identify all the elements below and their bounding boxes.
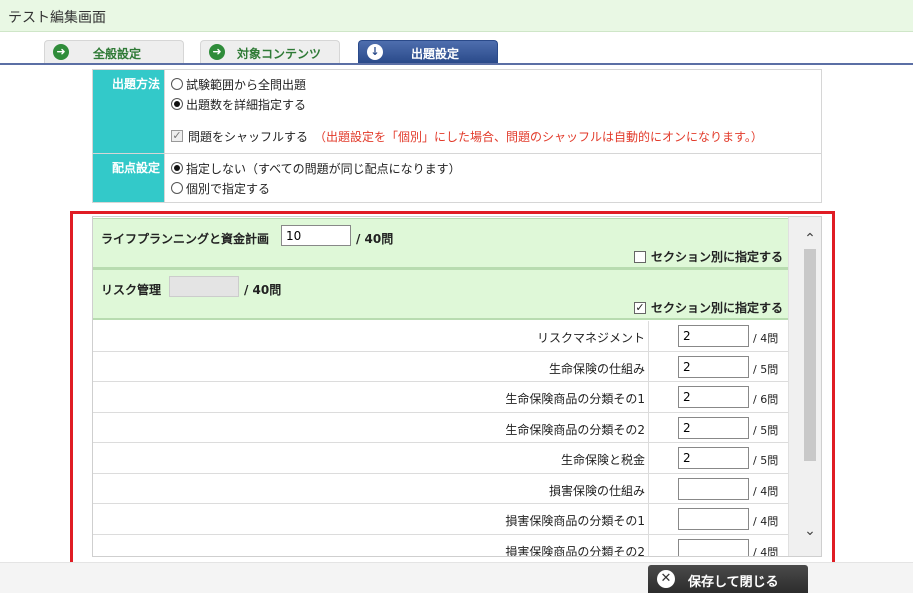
scoring-options: 指定しない（すべての問題が同じ配点になります） 個別で指定する: [164, 153, 822, 203]
section-by-section-toggle[interactable]: ✓ セクション別に指定する: [633, 299, 783, 316]
table-row: リスクマネジメント/ 4問: [93, 321, 789, 352]
subsection-count-input[interactable]: [678, 477, 749, 500]
arrow-right-icon: ➜: [53, 44, 69, 60]
subsection-count-input[interactable]: [678, 325, 749, 347]
section-risk-management: リスク管理 / 40問 ✓ セクション別に指定する: [93, 269, 789, 320]
checkbox-checked-icon[interactable]: ✓: [633, 301, 646, 314]
shuffle-checkbox[interactable]: ✓: [171, 130, 183, 142]
method-options: 試験範囲から全問出題 出題数を詳細指定する ✓ 問題をシャッフルする （出題設定…: [164, 69, 822, 154]
section-max: / 40問: [244, 283, 282, 297]
table-row: 生命保険と税金/ 5問: [93, 443, 789, 474]
subsection-count-input[interactable]: [678, 416, 749, 439]
chevron-up-icon[interactable]: ⌃: [801, 231, 819, 247]
radio-selected-icon[interactable]: [171, 98, 183, 110]
section-life-planning: ライフプランニングと資金計画 / 40問 セクション別に指定する: [93, 218, 789, 269]
settings-table: 出題方法 試験範囲から全問出題 出題数を詳細指定する ✓ 問題をシャッフルする …: [92, 69, 822, 203]
table-row: 損害保険商品の分類その2/ 4問: [93, 534, 789, 556]
tab-divider: [0, 63, 913, 65]
arrow-right-icon: ➜: [209, 44, 225, 60]
window-titlebar: テスト編集画面: [0, 0, 913, 32]
scrollbar-thumb[interactable]: [804, 249, 816, 461]
scoring-header: 配点設定: [92, 153, 165, 203]
close-circle-icon: ✕: [657, 570, 675, 588]
table-row: 生命保険商品の分類その2/ 5問: [93, 412, 789, 443]
subsection-count-input[interactable]: [678, 508, 749, 530]
subsection-list: リスクマネジメント/ 4問 生命保険の仕組み/ 5問 生命保険商品の分類その1/…: [93, 321, 789, 556]
save-and-close-button[interactable]: ✕ 保存して閉じる: [648, 565, 808, 593]
method-option-all[interactable]: 試験範囲から全問出題: [171, 74, 815, 94]
tab-general[interactable]: ➜ 全般設定: [44, 40, 184, 63]
section-name: リスク管理: [101, 283, 162, 297]
subsection-count-input[interactable]: [678, 447, 749, 469]
scoring-option-individual[interactable]: 個別で指定する: [171, 178, 815, 198]
section-count-input[interactable]: [281, 225, 351, 246]
table-row: 損害保険商品の分類その1/ 4問: [93, 504, 789, 535]
tab-target-content[interactable]: ➜ 対象コンテンツ: [200, 40, 340, 63]
vertical-scrollbar[interactable]: ⌃ ⌄: [788, 217, 821, 556]
subsection-count-input[interactable]: [678, 538, 749, 556]
section-count-input: [169, 276, 239, 297]
section-by-section-toggle[interactable]: セクション別に指定する: [633, 248, 783, 265]
table-row: 損害保険の仕組み/ 4問: [93, 473, 789, 504]
shuffle-note: （出題設定を「個別」にした場合、問題のシャッフルは自動的にオンになります。）: [314, 129, 763, 144]
table-row: 生命保険の仕組み/ 5問: [93, 351, 789, 382]
checkbox-icon[interactable]: [633, 250, 646, 263]
arrow-down-icon: ↓: [367, 44, 383, 60]
method-option-detailed[interactable]: 出題数を詳細指定する: [171, 94, 815, 114]
subsection-count-input[interactable]: [678, 355, 749, 378]
shuffle-option[interactable]: ✓ 問題をシャッフルする （出題設定を「個別」にした場合、問題のシャッフルは自動…: [171, 126, 815, 146]
table-row: 生命保険商品の分類その1/ 6問: [93, 382, 789, 413]
section-max: / 40問: [356, 232, 394, 246]
section-name: ライフプランニングと資金計画: [101, 232, 270, 246]
sections-scroll-area[interactable]: ライフプランニングと資金計画 / 40問 セクション別に指定する リスク管理 /…: [92, 216, 822, 557]
method-header: 出題方法: [92, 69, 165, 154]
subsection-count-input[interactable]: [678, 386, 749, 408]
chevron-down-icon[interactable]: ⌄: [801, 523, 819, 539]
window-title: テスト編集画面: [8, 10, 106, 26]
radio-icon[interactable]: [171, 78, 183, 90]
radio-icon[interactable]: [171, 182, 183, 194]
tab-question-settings[interactable]: ↓ 出題設定: [358, 40, 498, 63]
scoring-option-none[interactable]: 指定しない（すべての問題が同じ配点になります）: [171, 158, 815, 178]
radio-selected-icon[interactable]: [171, 162, 183, 174]
